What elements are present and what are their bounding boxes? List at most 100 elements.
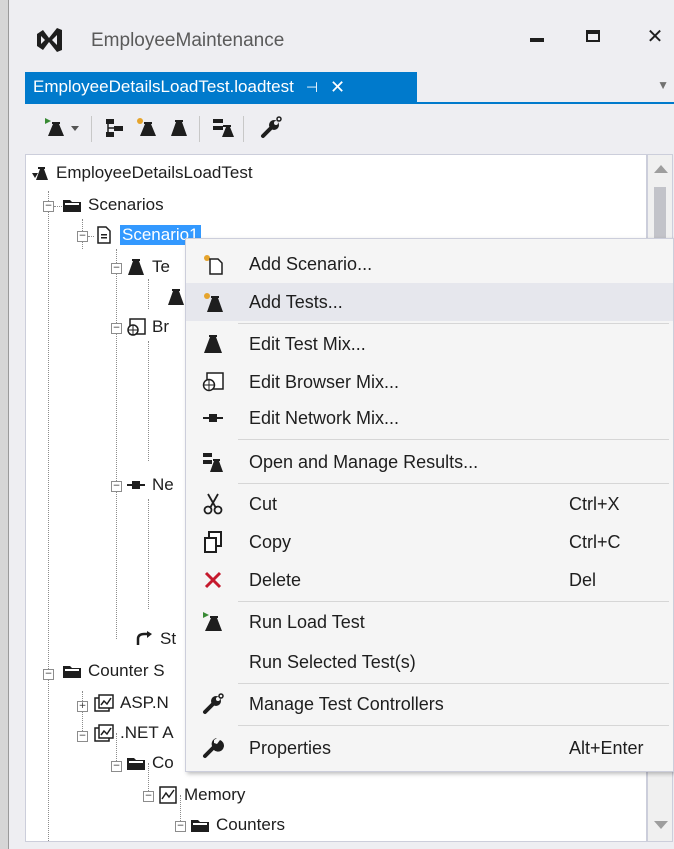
run-load-test-button[interactable]: [41, 114, 69, 142]
menu-item-run-selected-tests[interactable]: Run Selected Test(s): [186, 643, 673, 681]
menu-item-shortcut: Del: [569, 569, 597, 590]
menu-item-label: Copy: [249, 531, 292, 552]
collapse-memory-icon[interactable]: −: [143, 791, 154, 802]
tree-node-test-mix[interactable]: Te: [126, 253, 170, 281]
menu-item-open-results[interactable]: Open and Manage Results...: [186, 443, 673, 481]
window-title: EmployeeMaintenance: [91, 30, 285, 51]
tree-node-dotnet[interactable]: .NET A: [94, 719, 174, 747]
tree-node-memory[interactable]: Memory: [158, 781, 245, 809]
collapse-counters-icon[interactable]: −: [175, 821, 186, 832]
toolbar-separator: [199, 116, 200, 142]
load-test-icon: [30, 164, 50, 182]
add-scenario-toolbar-button[interactable]: [101, 114, 129, 142]
add-tests-toolbar-button[interactable]: [133, 114, 161, 142]
menu-item-delete[interactable]: Delete Del: [186, 561, 673, 599]
folder-icon: [62, 196, 82, 214]
tree-node-counter-sets[interactable]: Counter S: [62, 657, 165, 685]
maximize-button[interactable]: [573, 16, 613, 56]
title-bar: EmployeeMaintenance ✕: [9, 0, 674, 66]
tree-node-label: Counter S: [88, 661, 165, 680]
menu-item-edit-network-mix[interactable]: Edit Network Mix...: [186, 399, 673, 437]
tree-node-label: St: [160, 629, 177, 648]
menu-item-label: Edit Browser Mix...: [249, 371, 400, 392]
add-tests-icon: [200, 289, 226, 315]
delete-icon: [200, 567, 226, 593]
minimize-button[interactable]: [517, 16, 557, 56]
pin-icon[interactable]: ⊣: [306, 79, 318, 96]
controllers-icon: [200, 691, 226, 717]
menu-item-label: Properties: [249, 737, 332, 758]
collapse-counter-category-icon[interactable]: −: [111, 761, 122, 772]
counter-category-icon: [158, 786, 178, 804]
menu-item-label: Cut: [249, 493, 278, 514]
tree-connector: [116, 249, 117, 639]
folder-icon: [190, 816, 210, 834]
test-icon: [166, 288, 186, 306]
scissors-icon: [200, 491, 226, 517]
tree-node-label: Co: [152, 753, 174, 772]
collapse-scenarios-icon[interactable]: −: [43, 201, 54, 212]
menu-item-add-tests[interactable]: Add Tests...: [186, 283, 673, 321]
tree-connector: [48, 191, 49, 841]
tree-node-counters[interactable]: Counters: [190, 811, 285, 839]
copy-icon: [200, 529, 226, 555]
menu-item-properties[interactable]: Properties Alt+Enter: [186, 729, 673, 767]
collapse-counter-sets-icon[interactable]: −: [43, 669, 54, 680]
tree-node-label: Counters: [216, 815, 285, 834]
add-tests-alt-toolbar-button[interactable]: [165, 114, 193, 142]
flask-icon: [171, 120, 187, 136]
menu-item-shortcut: Ctrl+C: [569, 531, 621, 552]
close-tab-icon[interactable]: ✕: [330, 77, 345, 98]
tree-node-label: Scenarios: [88, 195, 164, 214]
expand-asp-icon[interactable]: +: [77, 701, 88, 712]
collapse-network-mix-icon[interactable]: −: [111, 481, 122, 492]
run-load-test-icon: [200, 609, 226, 635]
visual-studio-logo-icon: [37, 28, 62, 52]
menu-item-cut[interactable]: Cut Ctrl+X: [186, 485, 673, 523]
menu-item-label: Run Selected Test(s): [249, 651, 416, 672]
menu-separator: [238, 601, 669, 602]
tree-node-label: ASP.N: [120, 693, 169, 712]
tree-node-root[interactable]: EmployeeDetailsLoadTest: [30, 159, 253, 187]
tree-node-network-mix[interactable]: Ne: [126, 471, 174, 499]
run-dropdown-button[interactable]: [67, 114, 83, 142]
manage-controllers-toolbar-button[interactable]: [257, 114, 285, 142]
menu-item-edit-test-mix[interactable]: Edit Test Mix...: [186, 325, 673, 363]
tree-node-label: Br: [152, 317, 169, 336]
collapse-dotnet-icon[interactable]: −: [77, 731, 88, 742]
scroll-down-icon[interactable]: [654, 821, 668, 829]
menu-item-run-load-test[interactable]: Run Load Test: [186, 603, 673, 641]
counter-set-icon: [94, 694, 114, 712]
step-load-icon: [134, 630, 154, 648]
collapse-scenario1-icon[interactable]: −: [77, 231, 88, 242]
menu-item-copy[interactable]: Copy Ctrl+C: [186, 523, 673, 561]
folder-icon: [62, 662, 82, 680]
tree-node-asp[interactable]: ASP.N: [94, 689, 169, 717]
collapse-browser-mix-icon[interactable]: −: [111, 323, 122, 334]
menu-item-edit-browser-mix[interactable]: Edit Browser Mix...: [186, 363, 673, 401]
open-results-toolbar-button[interactable]: [209, 114, 237, 142]
tree-node-step-load[interactable]: St: [134, 625, 176, 653]
menu-item-label: Manage Test Controllers: [249, 693, 444, 714]
add-tests-icon: [137, 118, 156, 136]
menu-item-label: Delete: [249, 569, 302, 590]
menu-item-label: Run Load Test: [249, 611, 365, 632]
collapse-test-mix-icon[interactable]: −: [111, 263, 122, 274]
menu-item-shortcut: Ctrl+X: [569, 493, 620, 514]
flask-icon: [126, 258, 146, 276]
tree-node-scenarios[interactable]: Scenarios: [62, 191, 164, 219]
menu-item-add-scenario[interactable]: Add Scenario...: [186, 245, 673, 283]
tree-node-counter-category[interactable]: Co: [126, 749, 174, 777]
tab-employee-details-loadtest[interactable]: EmployeeDetailsLoadTest.loadtest ⊣ ✕: [25, 72, 417, 102]
add-scenario-icon: [106, 119, 123, 137]
menu-item-manage-test-controllers[interactable]: Manage Test Controllers: [186, 685, 673, 723]
browser-icon: [200, 369, 226, 395]
scenario-icon: [94, 226, 114, 244]
tree-node-label: EmployeeDetailsLoadTest: [56, 163, 253, 182]
browser-icon: [126, 318, 146, 336]
tab-dropdown-icon[interactable]: ▼: [657, 78, 669, 92]
tree-node-label: Memory: [184, 785, 246, 804]
tree-node-browser-mix[interactable]: Br: [126, 313, 169, 341]
scroll-up-icon[interactable]: [654, 165, 668, 173]
close-window-button[interactable]: ✕: [635, 16, 674, 56]
